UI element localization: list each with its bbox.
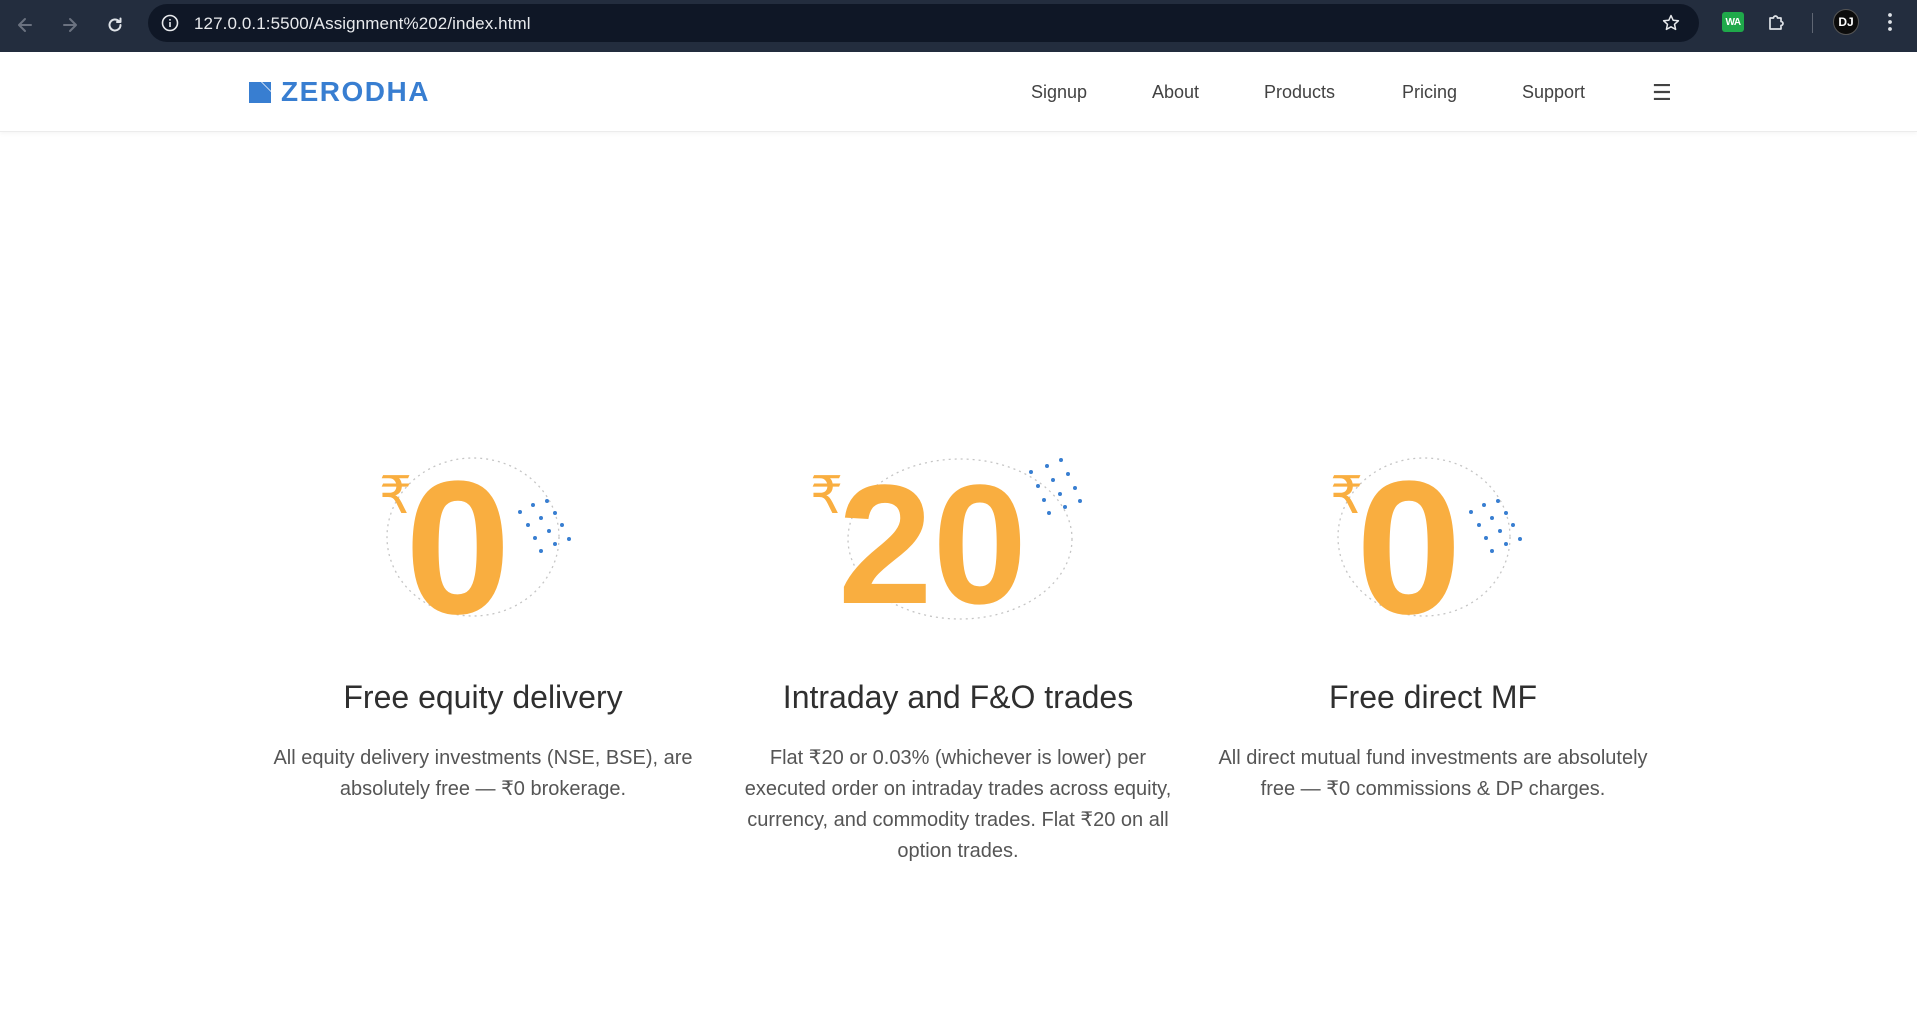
dot-pattern-decoration [1029,458,1082,515]
price-graphic-zero-mf: ₹ 0 [1330,445,1522,625]
nav-link-about[interactable]: About [1152,82,1199,103]
zerodha-logo[interactable]: ZERODHA [249,78,430,106]
kebab-menu-icon[interactable] [1878,10,1902,34]
forward-icon[interactable] [55,10,85,40]
price-amount: 0 [405,445,511,625]
card-text-equity: All equity delivery investments (NSE, BS… [273,747,693,800]
card-title-intraday: Intraday and F&O trades [782,679,1134,715]
info-icon[interactable] [160,13,180,33]
toolbar-divider [1812,13,1813,33]
price-amount: 0 [1356,445,1462,625]
dot-pattern-decoration [518,499,571,553]
puzzle-icon[interactable] [1765,10,1789,34]
reload-icon[interactable] [100,10,130,40]
price-graphic-twenty: ₹ 20 [810,450,1082,625]
nav-link-support[interactable]: Support [1522,82,1585,103]
card-text-mf: All direct mutual fund investments are a… [1218,747,1648,800]
dot-pattern-decoration [1469,499,1522,553]
logo-mark-icon [249,82,271,103]
star-icon[interactable] [1661,13,1681,33]
nav-link-products[interactable]: Products [1264,82,1335,103]
address-bar[interactable]: 127.0.0.1:5500/Assignment%202/index.html [148,4,1699,42]
card-text-intraday: Flat ₹20 or 0.03% (whichever is lower) p… [744,747,1172,862]
back-icon[interactable] [10,10,40,40]
url-text[interactable]: 127.0.0.1:5500/Assignment%202/index.html [194,14,531,34]
nav-link-signup[interactable]: Signup [1031,82,1087,103]
site-navbar: ZERODHA Signup About Products Pricing Su… [0,52,1917,132]
price-graphic-zero: ₹ 0 [379,445,571,625]
browser-toolbar: 127.0.0.1:5500/Assignment%202/index.html… [0,0,1917,52]
card-title-mf: Free direct MF [1328,679,1538,715]
wa-extension-icon[interactable]: WA [1722,12,1744,32]
hamburger-menu-icon[interactable]: ☰ [1652,80,1672,106]
price-amount: 20 [838,450,1027,625]
nav-link-pricing[interactable]: Pricing [1402,82,1457,103]
logo-text: ZERODHA [281,76,430,107]
card-title-equity: Free equity delivery [343,679,623,715]
profile-avatar[interactable]: DJ [1833,9,1859,35]
